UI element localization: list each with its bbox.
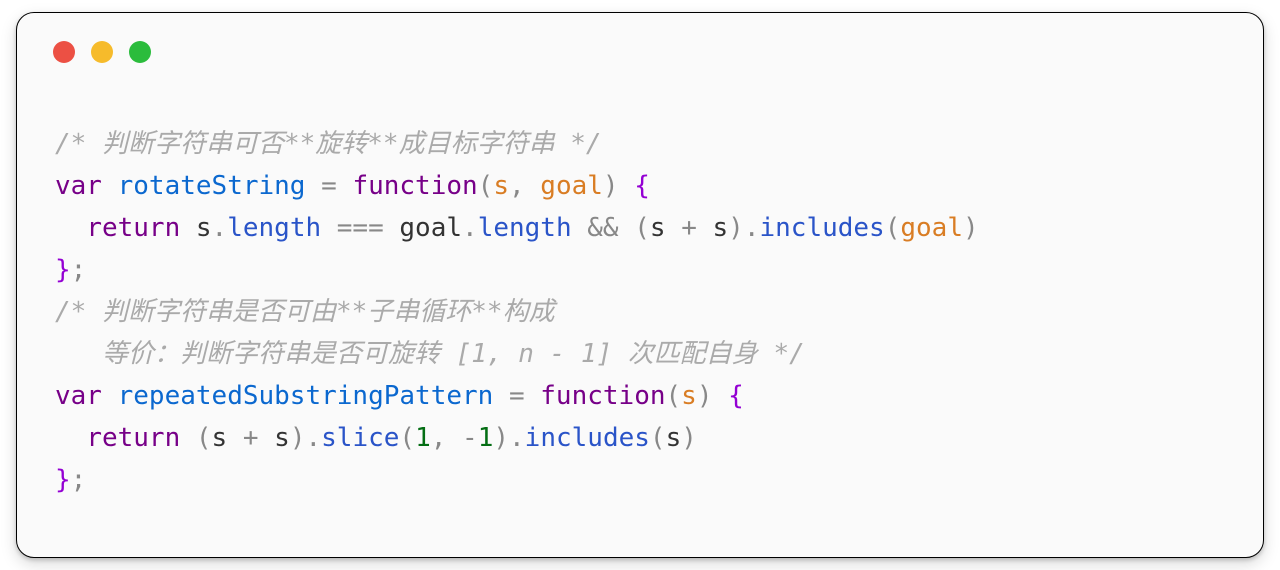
property-slice: slice xyxy=(321,423,399,453)
argument-goal: goal xyxy=(900,213,963,243)
operator-and: && xyxy=(587,213,618,243)
keyword-return: return xyxy=(86,213,180,243)
brace-close: } xyxy=(55,465,71,495)
property-includes: includes xyxy=(759,213,884,243)
operator-plus: + xyxy=(681,213,697,243)
code-comment: /* 判断字符串是否可由**子串循环**构成 xyxy=(55,297,555,327)
semicolon: ; xyxy=(71,255,87,285)
semicolon: ; xyxy=(71,465,87,495)
param-s: s xyxy=(681,381,697,411)
function-name: repeatedSubstringPattern xyxy=(118,381,494,411)
number-literal: 1 xyxy=(478,423,494,453)
number-literal: 1 xyxy=(415,423,431,453)
code-comment: /* 判断字符串可否**旋转**成目标字符串 */ xyxy=(55,129,602,159)
window-traffic-lights xyxy=(53,41,151,63)
brace-open: { xyxy=(728,381,744,411)
keyword-var: var xyxy=(55,171,102,201)
keyword-var: var xyxy=(55,381,102,411)
code-window: /* 判断字符串可否**旋转**成目标字符串 */ var rotateStri… xyxy=(16,12,1264,558)
property-includes: includes xyxy=(525,423,650,453)
code-comment: 等价：判断字符串是否可旋转 [1, n - 1] 次匹配自身 */ xyxy=(55,339,805,369)
paren-close: ) xyxy=(603,171,619,201)
close-icon[interactable] xyxy=(53,41,75,63)
operator-strict-eq: === xyxy=(337,213,384,243)
param-goal: goal xyxy=(540,171,603,201)
code-block: /* 判断字符串可否**旋转**成目标字符串 */ var rotateStri… xyxy=(55,123,1225,501)
identifier-s: s xyxy=(196,213,212,243)
property-length: length xyxy=(227,213,321,243)
property-length: length xyxy=(478,213,572,243)
param-s: s xyxy=(493,171,509,201)
keyword-return: return xyxy=(86,423,180,453)
maximize-icon[interactable] xyxy=(129,41,151,63)
function-name: rotateString xyxy=(118,171,306,201)
minimize-icon[interactable] xyxy=(91,41,113,63)
identifier-goal: goal xyxy=(399,213,462,243)
argument-s: s xyxy=(666,423,682,453)
keyword-function: function xyxy=(540,381,665,411)
brace-open: { xyxy=(634,171,650,201)
keyword-function: function xyxy=(352,171,477,201)
paren-open: ( xyxy=(478,171,494,201)
operator-assign: = xyxy=(321,171,337,201)
brace-close: } xyxy=(55,255,71,285)
